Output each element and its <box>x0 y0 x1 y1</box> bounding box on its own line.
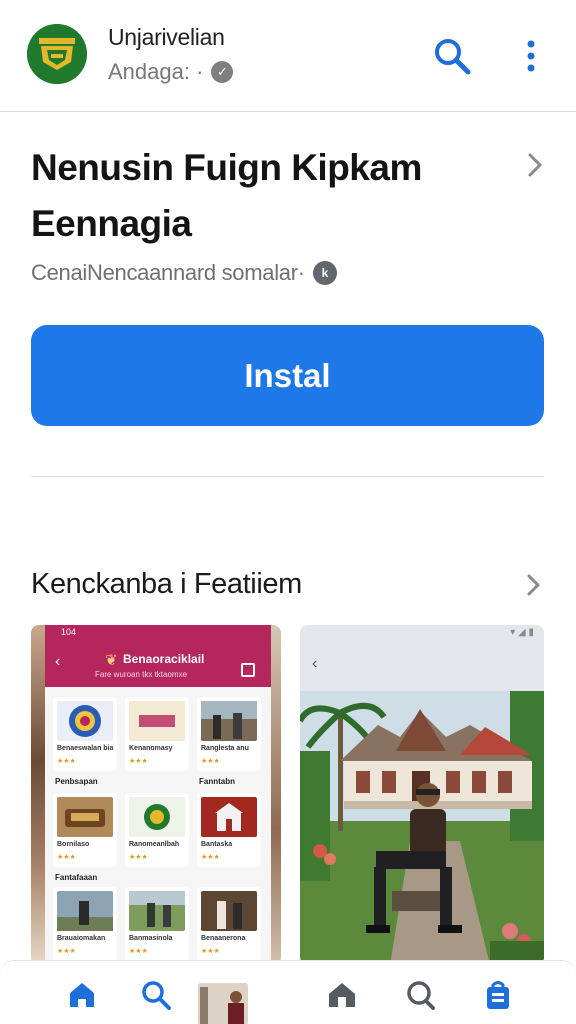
section-title: Kenckanba i Featiiem <box>31 568 302 600</box>
app-subtitle-text: Andaga: · <box>108 59 204 84</box>
section-chevron-button[interactable] <box>524 572 544 598</box>
card-image <box>201 891 257 931</box>
status-icons: ▾ ◢ ▮ <box>510 627 534 638</box>
screenshot-edge <box>271 625 281 965</box>
card-image <box>129 797 185 837</box>
developer-name: CenaiNencaannard somalar· <box>31 260 305 285</box>
nav-search-outline[interactable] <box>402 977 438 1013</box>
card-image <box>129 891 185 931</box>
bottom-navigation <box>0 960 576 1024</box>
screenshot-photo <box>300 691 544 965</box>
app-title-block: Nenusin Fuign Kipkam Eennagia <box>31 140 501 252</box>
shopping-bag-icon <box>487 981 509 1009</box>
grid-card: Banmasinola ★★★ <box>125 887 189 961</box>
grid-card: Bornilaso ★★★ <box>53 793 117 867</box>
screenshot-body: Benaeswalan bia ★★★ Kenanomasy ★★★ Rangl… <box>45 687 271 965</box>
top-bar: Unjarivelian Andaga: · ✓ <box>0 0 576 112</box>
nav-shop[interactable] <box>480 977 516 1013</box>
app-title-line2: Eennagia <box>31 203 192 244</box>
search-icon <box>435 39 471 75</box>
info-icon: k <box>312 261 337 285</box>
screenshot-2[interactable]: ▾ ◢ ▮ ‹ <box>300 625 544 965</box>
developer-link[interactable]: CenaiNencaannard somalar· k <box>31 260 337 286</box>
thumbnail-image <box>198 983 248 1024</box>
screenshot-1[interactable]: 104 ‹ ❦ Benaoraciklail Fare wuroan tkx t… <box>31 625 281 965</box>
home-outline-icon <box>329 983 355 1007</box>
grid-card: Benaanerona ★★★ <box>197 887 261 961</box>
more-vertical-icon <box>527 40 535 72</box>
search-icon <box>142 981 171 1010</box>
status-bar: 104 <box>45 625 271 639</box>
home-icon <box>70 983 94 1007</box>
card-image <box>201 701 257 741</box>
more-options-button[interactable] <box>516 36 546 76</box>
nav-search[interactable] <box>138 977 174 1013</box>
logo-icon: ❦ <box>105 652 118 669</box>
nav-home-outline[interactable] <box>324 977 360 1013</box>
screenshot-header: ▾ ◢ ▮ ‹ <box>300 625 544 691</box>
search-outline-icon <box>407 981 435 1010</box>
app-name: Unjarivelian <box>108 24 225 50</box>
title-chevron-button[interactable] <box>524 150 546 180</box>
screenshot-header: ‹ ❦ Benaoraciklail Fare wuroan tkx tktao… <box>45 639 271 687</box>
grid-card: Kenanomasy ★★★ <box>125 697 189 771</box>
card-image <box>57 797 113 837</box>
grid-card: Benaeswalan bia ★★★ <box>53 697 117 771</box>
grid-card: Ranomeanlbah ★★★ <box>125 793 189 867</box>
grid-card: Ranglesta anu ★★★ <box>197 697 261 771</box>
app-title-line1: Nenusin Fuign Kipkam <box>31 147 422 188</box>
card-image <box>129 701 185 741</box>
card-image <box>57 891 113 931</box>
screenshot-header-title: Benaoraciklail <box>123 652 205 666</box>
screenshot-header-subtitle: Fare wuroan tkx tktaomxe <box>95 670 188 679</box>
grid-card: Brauaiomakan ★★★ <box>53 887 117 961</box>
card-image <box>57 701 113 741</box>
chevron-right-icon <box>528 153 542 177</box>
card-image <box>201 797 257 837</box>
screenshot-edge <box>31 625 45 965</box>
divider <box>31 476 544 477</box>
app-logo <box>27 24 87 84</box>
verified-icon: ✓ <box>211 61 234 83</box>
search-button[interactable] <box>430 34 474 78</box>
share-icon <box>241 663 255 677</box>
nav-home[interactable] <box>64 977 100 1013</box>
chevron-right-icon <box>527 574 540 596</box>
app-subtitle: Andaga: · ✓ <box>108 59 234 85</box>
back-arrow-icon: ‹ <box>312 655 318 672</box>
install-button[interactable]: Instal <box>31 325 544 426</box>
grid-card: Bantaska ★★★ <box>197 793 261 867</box>
back-arrow-icon: ‹ <box>55 653 61 670</box>
